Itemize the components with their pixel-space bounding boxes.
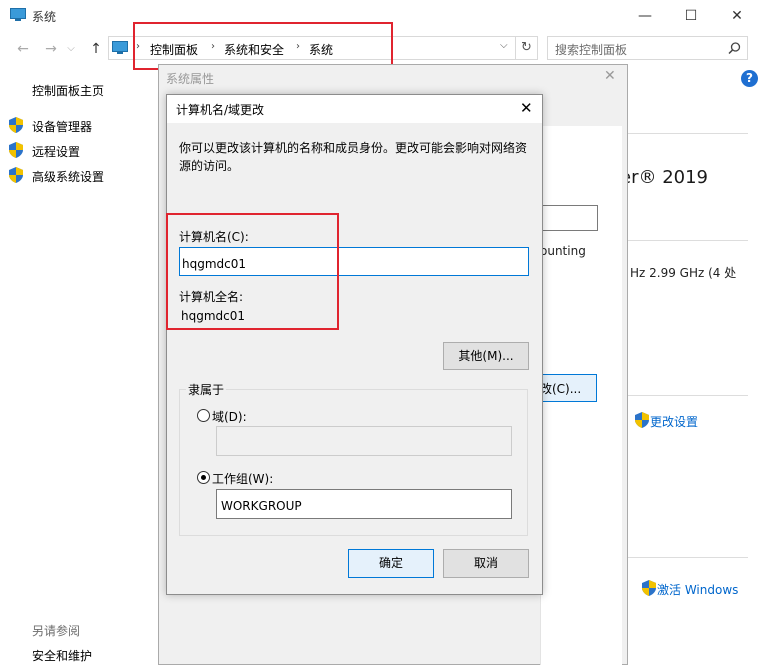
system-properties-title: 系统属性 xyxy=(166,72,215,86)
close-icon[interactable]: ✕ xyxy=(520,99,533,117)
domain-input[interactable] xyxy=(216,426,512,456)
minimize-button[interactable]: — xyxy=(622,0,668,32)
maximize-button[interactable]: ☐ xyxy=(668,0,714,32)
sidebar-item-advanced-settings[interactable]: 高级系统设置 xyxy=(32,168,104,185)
section-divider xyxy=(628,133,748,134)
close-button[interactable]: ✕ xyxy=(714,0,760,32)
more-button[interactable]: 其他(M)... xyxy=(443,342,529,370)
radio-selected-dot xyxy=(201,475,206,480)
change-button-label: 改(C)... xyxy=(540,382,582,396)
sidebar-item-device-manager[interactable]: 设备管理器 xyxy=(32,118,92,135)
help-icon[interactable]: ? xyxy=(741,70,758,87)
control-panel-icon xyxy=(112,41,128,54)
ok-button[interactable]: 确定 xyxy=(348,549,434,578)
search-icon[interactable] xyxy=(728,42,741,55)
processor-info: Hz 2.99 GHz (4 处 xyxy=(630,266,737,280)
example-text-fragment: ounting xyxy=(540,244,586,258)
workgroup-input[interactable] xyxy=(216,489,512,519)
back-button[interactable]: ← xyxy=(12,40,34,58)
section-divider xyxy=(628,240,748,241)
address-dropdown-icon[interactable]: ⌵ xyxy=(500,40,508,51)
member-of-label: 隶属于 xyxy=(186,381,227,398)
dialog-title: 计算机名/域更改 xyxy=(176,103,265,117)
domain-radio[interactable] xyxy=(197,409,210,422)
close-icon[interactable]: ✕ xyxy=(604,68,616,84)
security-maintenance-link[interactable]: 安全和维护 xyxy=(32,647,92,664)
activate-windows-link[interactable]: 激活 Windows xyxy=(657,581,738,598)
change-settings-link[interactable]: 更改设置 xyxy=(650,413,698,430)
domain-label[interactable]: 域(D): xyxy=(212,408,247,425)
computer-description-field[interactable] xyxy=(540,205,598,231)
section-divider xyxy=(628,395,748,396)
section-divider xyxy=(628,557,748,558)
window-title: 系统 xyxy=(32,10,57,24)
breadcrumb-highlight-box xyxy=(133,22,393,70)
see-also-heading: 另请参阅 xyxy=(32,624,81,638)
up-button[interactable]: ↑ xyxy=(85,40,107,58)
shield-icon xyxy=(635,412,649,428)
forward-button[interactable]: → xyxy=(40,40,62,58)
shield-icon xyxy=(9,142,23,158)
shield-icon xyxy=(9,167,23,183)
workgroup-label[interactable]: 工作组(W): xyxy=(212,470,273,487)
control-panel-home-link[interactable]: 控制面板主页 xyxy=(32,82,104,99)
cancel-button[interactable]: 取消 xyxy=(443,549,529,578)
shield-icon xyxy=(642,580,656,596)
dialog-description: 你可以更改该计算机的名称和成员身份。更改可能会影响对网络资源的访问。 xyxy=(179,141,528,173)
refresh-button[interactable]: ↻ xyxy=(516,36,538,60)
system-icon xyxy=(10,8,26,21)
shield-icon xyxy=(9,117,23,133)
sidebar-item-remote-settings[interactable]: 远程设置 xyxy=(32,143,80,160)
computer-name-highlight-box xyxy=(166,213,339,330)
os-edition-text: er® 2019 xyxy=(620,167,709,188)
recent-locations-icon[interactable]: ⌵ xyxy=(60,40,82,58)
search-placeholder: 搜索控制面板 xyxy=(555,43,628,57)
